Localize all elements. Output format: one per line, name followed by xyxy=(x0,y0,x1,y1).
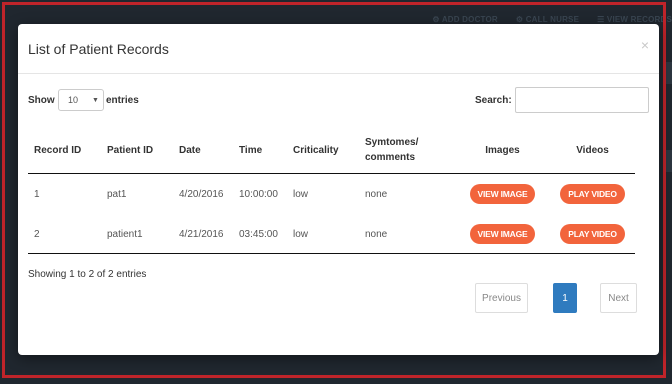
column-header-criticality[interactable]: Criticality xyxy=(287,127,359,174)
chevron-down-icon: ▼ xyxy=(92,96,99,104)
column-header-patient-id[interactable]: Patient ID xyxy=(101,127,173,174)
play-video-button[interactable]: PLAY VIDEO xyxy=(560,184,625,204)
column-header-record-id[interactable]: Record ID xyxy=(28,127,101,174)
view-records-link[interactable]: ☰ VIEW RECORDS xyxy=(597,15,672,24)
column-header-date[interactable]: Date xyxy=(173,127,233,174)
table-row: 2 patient1 4/21/2016 03:45:00 low none V… xyxy=(28,214,635,254)
patient-records-modal: List of Patient Records × Show 10 ▼ entr… xyxy=(18,24,659,355)
search-label: Search: xyxy=(475,95,512,106)
cell-record-id: 1 xyxy=(34,188,40,200)
column-header-videos[interactable]: Videos xyxy=(550,127,635,174)
background-element xyxy=(664,62,672,84)
call-nurse-link[interactable]: ⚙ CALL NURSE xyxy=(516,15,579,24)
cell-time: 10:00:00 xyxy=(239,188,278,200)
close-icon[interactable]: × xyxy=(641,37,649,53)
background-element xyxy=(664,150,672,172)
column-header-symptoms[interactable]: Symtomes/ comments xyxy=(359,127,455,174)
modal-title: List of Patient Records xyxy=(28,41,169,57)
cell-videos: PLAY VIDEO xyxy=(550,214,635,254)
table-row: 1 pat1 4/20/2016 10:00:00 low none VIEW … xyxy=(28,174,635,215)
entries-label: entries xyxy=(106,95,139,106)
play-video-button[interactable]: PLAY VIDEO xyxy=(560,224,625,244)
cell-date: 4/21/2016 xyxy=(179,228,224,240)
column-header-time[interactable]: Time xyxy=(233,127,287,174)
previous-page-button[interactable]: Previous xyxy=(475,283,528,313)
next-page-button[interactable]: Next xyxy=(600,283,637,313)
cell-images: VIEW IMAGE xyxy=(455,174,550,215)
cell-criticality: low xyxy=(293,188,309,200)
cell-symptoms: none xyxy=(365,228,388,240)
modal-header: List of Patient Records × xyxy=(18,24,659,74)
table-header-row: Record ID Patient ID Date Time Criticali… xyxy=(28,127,635,174)
cell-time: 03:45:00 xyxy=(239,228,278,240)
cell-symptoms: none xyxy=(365,188,388,200)
table-info: Showing 1 to 2 of 2 entries xyxy=(28,269,147,280)
cell-criticality: low xyxy=(293,228,309,240)
table-bottom-border xyxy=(28,253,635,254)
search-input[interactable] xyxy=(515,87,649,113)
cell-images: VIEW IMAGE xyxy=(455,214,550,254)
page-size-value: 10 xyxy=(68,95,79,105)
show-label: Show xyxy=(28,95,55,106)
page-size-select[interactable]: 10 ▼ xyxy=(58,89,104,111)
cell-record-id: 2 xyxy=(34,228,40,240)
column-header-images[interactable]: Images xyxy=(455,127,550,174)
cell-patient-id: patient1 xyxy=(107,228,143,240)
add-doctor-link[interactable]: ⚙ ADD DOCTOR xyxy=(432,15,498,24)
cell-videos: PLAY VIDEO xyxy=(550,174,635,215)
page-1-button[interactable]: 1 xyxy=(553,283,577,313)
cell-date: 4/20/2016 xyxy=(179,188,224,200)
records-table: Record ID Patient ID Date Time Criticali… xyxy=(28,127,635,254)
cell-patient-id: pat1 xyxy=(107,188,127,200)
table-controls: Show 10 ▼ entries Search: xyxy=(18,87,659,115)
view-image-button[interactable]: VIEW IMAGE xyxy=(469,184,536,204)
view-image-button[interactable]: VIEW IMAGE xyxy=(469,224,536,244)
